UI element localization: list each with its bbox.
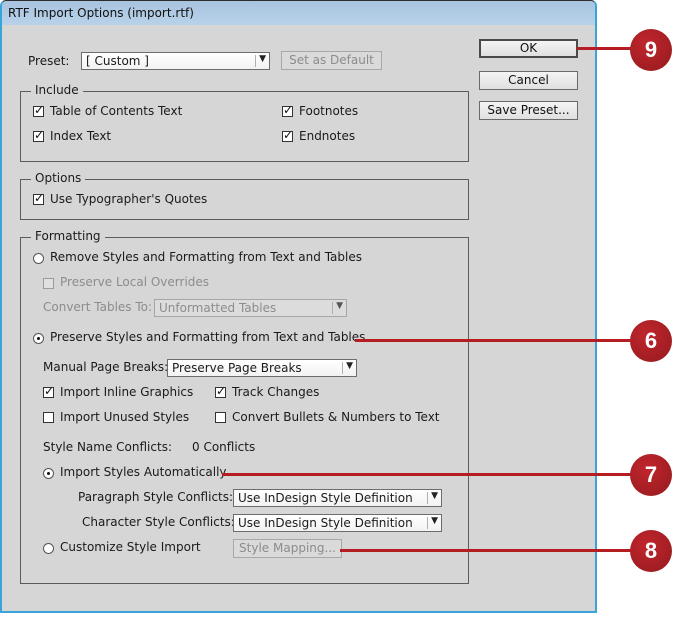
callout-line-6	[355, 339, 633, 342]
index-text-label: Index Text	[50, 129, 112, 143]
typographers-quotes-label: Use Typographer's Quotes	[50, 192, 208, 206]
manual-page-breaks-value: Preserve Page Breaks	[172, 361, 302, 375]
character-conflicts-select[interactable]: Use InDesign Style Definition ▼	[233, 514, 442, 532]
convert-bullets-checkbox[interactable]	[215, 412, 226, 423]
import-styles-auto-radio[interactable]	[43, 468, 54, 479]
checkmark-icon: ✓	[44, 384, 55, 398]
checkmark-icon: ✓	[34, 103, 45, 117]
convert-bullets-label: Convert Bullets & Numbers to Text	[232, 410, 440, 424]
title-bar[interactable]: RTF Import Options (import.rtf)	[2, 1, 595, 25]
style-name-conflicts-value: 0 Conflicts	[192, 440, 256, 454]
checkmark-icon: ✓	[283, 103, 294, 117]
toc-text-checkbox[interactable]: ✓	[33, 103, 45, 117]
rtf-import-dialog: RTF Import Options (import.rtf) Preset: …	[0, 0, 597, 613]
checkmark-icon: ✓	[283, 128, 294, 142]
chevron-down-icon: ▼	[431, 491, 438, 501]
chevron-down-icon: ▼	[336, 301, 343, 311]
endnotes-label: Endnotes	[299, 129, 356, 143]
import-unused-styles-checkbox[interactable]	[43, 412, 54, 423]
manual-page-breaks-label: Manual Page Breaks:	[43, 360, 169, 374]
preset-select[interactable]: [ Custom ] ▼	[81, 52, 270, 70]
callout-line-7	[222, 473, 633, 476]
customize-import-label: Customize Style Import	[60, 540, 201, 554]
footnotes-checkbox[interactable]: ✓	[282, 103, 294, 117]
convert-tables-select[interactable]: Unformatted Tables ▼	[154, 299, 347, 317]
remove-styles-label: Remove Styles and Formatting from Text a…	[50, 250, 362, 264]
cancel-button[interactable]: Cancel	[479, 71, 578, 90]
remove-styles-radio[interactable]	[33, 253, 44, 264]
checkmark-icon: ✓	[216, 384, 227, 398]
checkmark-icon: ✓	[34, 191, 45, 205]
callout-line-9	[577, 47, 633, 50]
chevron-down-icon: ▼	[346, 361, 353, 371]
import-inline-graphics-checkbox[interactable]: ✓	[43, 384, 55, 398]
callout-line-8	[340, 549, 633, 552]
track-changes-checkbox[interactable]: ✓	[215, 384, 227, 398]
preserve-local-overrides-label: Preserve Local Overrides	[60, 275, 210, 289]
endnotes-checkbox[interactable]: ✓	[282, 128, 294, 142]
style-mapping-button[interactable]: Style Mapping...	[233, 539, 342, 558]
window-title: RTF Import Options (import.rtf)	[8, 6, 194, 20]
preserve-local-overrides-checkbox[interactable]	[43, 278, 54, 289]
include-group: Include	[20, 83, 469, 162]
callout-badge-8: 8	[630, 530, 672, 572]
track-changes-label: Track Changes	[232, 385, 320, 399]
preset-label: Preset:	[28, 54, 70, 68]
convert-tables-label: Convert Tables To:	[43, 300, 153, 314]
chevron-down-icon: ▼	[259, 54, 266, 64]
options-title: Options	[31, 171, 86, 185]
typographers-quotes-checkbox[interactable]: ✓	[33, 191, 45, 205]
callout-badge-6: 6	[630, 320, 672, 362]
footnotes-label: Footnotes	[299, 104, 359, 118]
include-title: Include	[31, 83, 83, 97]
paragraph-conflicts-select[interactable]: Use InDesign Style Definition ▼	[233, 489, 442, 507]
manual-page-breaks-select[interactable]: Preserve Page Breaks ▼	[167, 359, 357, 377]
preset-value: [ Custom ]	[86, 54, 149, 68]
import-styles-auto-label: Import Styles Automatically	[60, 465, 227, 479]
callout-badge-9: 9	[630, 29, 672, 71]
import-inline-graphics-label: Import Inline Graphics	[60, 385, 194, 399]
checkmark-icon: ✓	[34, 128, 45, 142]
chevron-down-icon: ▼	[431, 516, 438, 526]
callout-badge-7: 7	[630, 454, 672, 496]
set-as-default-button[interactable]: Set as Default	[281, 51, 382, 70]
ok-button[interactable]: OK	[479, 39, 578, 58]
import-unused-styles-label: Import Unused Styles	[60, 410, 190, 424]
preserve-styles-label: Preserve Styles and Formatting from Text…	[50, 330, 366, 344]
character-conflicts-label: Character Style Conflicts:	[82, 515, 235, 529]
character-conflicts-value: Use InDesign Style Definition	[238, 516, 413, 530]
convert-tables-value: Unformatted Tables	[159, 301, 277, 315]
paragraph-conflicts-value: Use InDesign Style Definition	[238, 491, 413, 505]
save-preset-button[interactable]: Save Preset...	[479, 101, 578, 120]
index-text-checkbox[interactable]: ✓	[33, 128, 45, 142]
style-name-conflicts-label: Style Name Conflicts:	[43, 440, 172, 454]
toc-text-label: Table of Contents Text	[50, 104, 183, 118]
paragraph-conflicts-label: Paragraph Style Conflicts:	[78, 490, 234, 504]
customize-import-radio[interactable]	[43, 543, 54, 554]
formatting-title: Formatting	[31, 229, 105, 243]
preserve-styles-radio[interactable]	[33, 333, 44, 344]
